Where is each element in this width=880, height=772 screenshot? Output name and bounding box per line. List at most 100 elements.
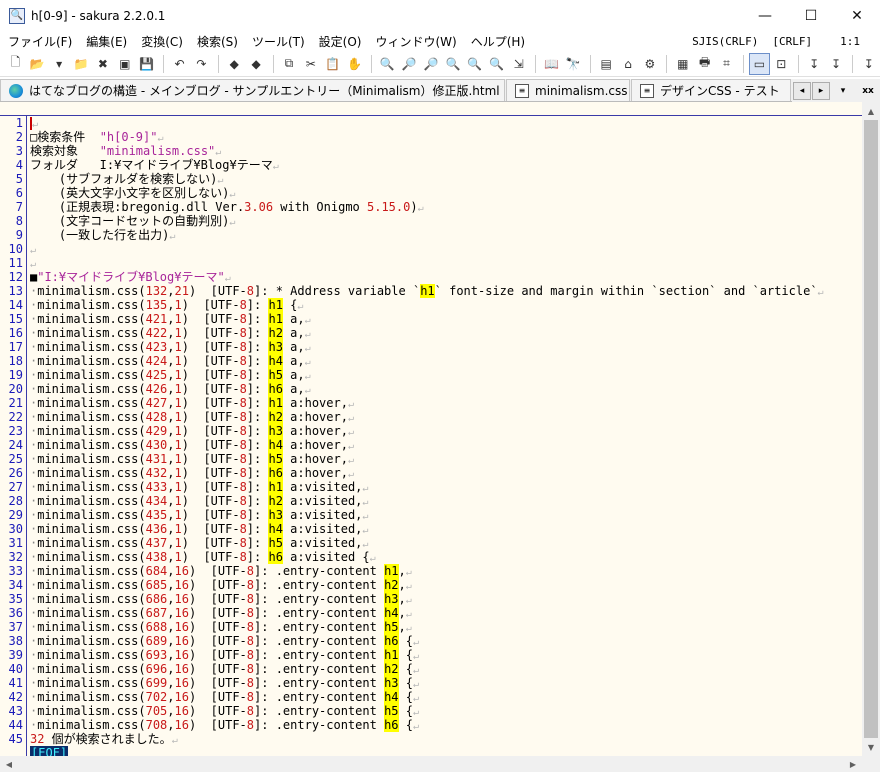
redo-icon[interactable]: ↷ — [191, 53, 212, 75]
menu-help[interactable]: ヘルプ(H) — [464, 33, 532, 50]
menu-search[interactable]: 検索(S) — [190, 33, 245, 50]
editor-line[interactable]: 9 (一致した行を出力)↵ — [0, 228, 862, 242]
open-recent-icon[interactable]: 📁 — [71, 53, 92, 75]
tab-design-css[interactable]: ≡ デザインCSS - テスト — [631, 79, 791, 101]
editor-line[interactable]: 1 ↵ — [0, 116, 862, 130]
editor-line[interactable]: 36 ·minimalism.css(687,16) [UTF-8]: .entr… — [0, 606, 862, 620]
editor-line[interactable]: 37 ·minimalism.css(688,16) [UTF-8]: .entr… — [0, 620, 862, 634]
horizontal-scrollbar[interactable]: ◀ ▶ — [0, 756, 862, 772]
editor-line[interactable]: 4 フォルダ I:¥マイドライブ¥Blog¥テーマ↵ — [0, 158, 862, 172]
editor-line[interactable]: 15 ·minimalism.css(421,1) [UTF-8]: h1 a,↵ — [0, 312, 862, 326]
scroll-right-arrow-icon[interactable]: ▶ — [844, 756, 862, 772]
tag-jump-19-icon[interactable]: ↧ — [804, 53, 825, 75]
tab-minimalism-css[interactable]: ≡ minimalism.css — [506, 79, 630, 101]
editor-line[interactable]: 7 (正規表現:bregonig.dll Ver.3.06 with Onigm… — [0, 200, 862, 214]
editor-line[interactable]: 31 ·minimalism.css(437,1) [UTF-8]: h5 a:v… — [0, 536, 862, 550]
outline-icon[interactable]: ⚙ — [639, 53, 660, 75]
file-tree-icon[interactable]: ⌗ — [716, 53, 737, 75]
menu-settings[interactable]: 設定(O) — [312, 33, 369, 50]
tab-list-button[interactable]: ▾ — [831, 82, 855, 100]
editor-line[interactable]: 26 ·minimalism.css(432,1) [UTF-8]: h6 a:h… — [0, 466, 862, 480]
editor-line[interactable]: 16 ·minimalism.css(422,1) [UTF-8]: h2 a,↵ — [0, 326, 862, 340]
editor-line[interactable]: 44 ·minimalism.css(708,16) [UTF-8]: .entr… — [0, 718, 862, 732]
tab-window-icon[interactable]: ⊡ — [771, 53, 792, 75]
editor-line[interactable]: 38 ·minimalism.css(689,16) [UTF-8]: .entr… — [0, 634, 862, 648]
forward-icon[interactable]: ◆ — [246, 53, 267, 75]
editor-line[interactable]: 18 ·minimalism.css(424,1) [UTF-8]: h4 a,↵ — [0, 354, 862, 368]
search-icon[interactable]: 🔍 — [377, 53, 398, 75]
text-editor[interactable]: 1 ↵ 2 □検索条件 "h[0-9]"↵ 3 検索対象 "minimalism.css"… — [0, 116, 862, 756]
editor-line[interactable]: 22 ·minimalism.css(428,1) [UTF-8]: h2 a:h… — [0, 410, 862, 424]
vertical-scrollbar[interactable]: ▲ ▼ — [862, 102, 880, 756]
editor-line[interactable]: 14 ·minimalism.css(135,1) [UTF-8]: h1 {↵ — [0, 298, 862, 312]
editor-line[interactable]: 40 ·minimalism.css(696,16) [UTF-8]: .entr… — [0, 662, 862, 676]
minimize-button[interactable]: — — [742, 0, 788, 31]
editor-line[interactable]: 17 ·minimalism.css(423,1) [UTF-8]: h3 a,↵ — [0, 340, 862, 354]
tab-html-document[interactable]: はてなブログの構造 - メインブログ - サンプルエントリー（Minimalis… — [0, 79, 505, 101]
save-icon[interactable]: 💾 — [136, 53, 157, 75]
editor-line[interactable]: 12 ■"I:¥マイドライブ¥Blog¥テーマ"↵ — [0, 270, 862, 284]
binoculars-icon[interactable]: 🔭 — [563, 53, 584, 75]
encoding-status[interactable]: SJIS(CRLF) — [692, 35, 758, 48]
window-list-icon[interactable]: ▤ — [596, 53, 617, 75]
editor-line[interactable]: 27 ·minimalism.css(433,1) [UTF-8]: h1 a:v… — [0, 480, 862, 494]
menu-edit[interactable]: 編集(E) — [79, 33, 134, 50]
save-all-icon[interactable]: ▣ — [114, 53, 135, 75]
editor-line[interactable]: 32 ·minimalism.css(438,1) [UTF-8]: h6 a:v… — [0, 550, 862, 564]
eol-status[interactable]: [CRLF] — [772, 35, 812, 48]
search-prev-icon[interactable]: 🔎 — [399, 53, 420, 75]
editor-line[interactable]: 30 ·minimalism.css(436,1) [UTF-8]: h4 a:v… — [0, 522, 862, 536]
editor-line[interactable]: 39 ·minimalism.css(693,16) [UTF-8]: .entr… — [0, 648, 862, 662]
editor-line[interactable]: 43 ·minimalism.css(705,16) [UTF-8]: .entr… — [0, 704, 862, 718]
close-button[interactable]: ✕ — [834, 0, 880, 31]
bookmark-icon[interactable]: 📖 — [541, 53, 562, 75]
editor-line[interactable]: 13 ·minimalism.css(132,21) [UTF-8]: * Add… — [0, 284, 862, 298]
cut-icon[interactable]: ✂ — [300, 53, 321, 75]
editor-line[interactable]: 24 ·minimalism.css(430,1) [UTF-8]: h4 a:h… — [0, 438, 862, 452]
tab-close-button[interactable]: xx — [856, 82, 880, 100]
menu-file[interactable]: ファイル(F) — [0, 33, 79, 50]
editor-line[interactable]: 34 ·minimalism.css(685,16) [UTF-8]: .entr… — [0, 578, 862, 592]
replace-icon[interactable]: 🔍 — [443, 53, 464, 75]
dropdown-arrow-icon[interactable]: ▾ — [49, 53, 70, 75]
editor-line[interactable]: 19 ·minimalism.css(425,1) [UTF-8]: h5 a,↵ — [0, 368, 862, 382]
editor-line[interactable]: 33 ·minimalism.css(684,16) [UTF-8]: .entr… — [0, 564, 862, 578]
editor-line[interactable]: 20 ·minimalism.css(426,1) [UTF-8]: h6 a,↵ — [0, 382, 862, 396]
editor-line[interactable]: 2 □検索条件 "h[0-9]"↵ — [0, 130, 862, 144]
editor-line[interactable]: 23 ·minimalism.css(429,1) [UTF-8]: h3 a:h… — [0, 424, 862, 438]
copy-icon[interactable]: ⧉ — [278, 53, 299, 75]
menu-tools[interactable]: ツール(T) — [245, 33, 312, 50]
editor-line[interactable]: 6 (英大文字小文字を区別しない)↵ — [0, 186, 862, 200]
editor-line[interactable]: 29 ·minimalism.css(435,1) [UTF-8]: h3 a:v… — [0, 508, 862, 522]
scroll-down-arrow-icon[interactable]: ▼ — [862, 738, 880, 756]
close-file-icon[interactable]: ✖ — [93, 53, 114, 75]
jump-icon[interactable]: ⇲ — [508, 53, 529, 75]
menu-convert[interactable]: 変換(C) — [134, 33, 190, 50]
editor-line[interactable]: 45 32 個が検索されました。↵ — [0, 732, 862, 746]
grep-replace-icon[interactable]: 🔍 — [486, 53, 507, 75]
editor-line[interactable]: 8 (文字コードセットの自動判別)↵ — [0, 214, 862, 228]
open-folder-icon[interactable]: 📂 — [27, 53, 48, 75]
editor-line[interactable]: 21 ·minimalism.css(427,1) [UTF-8]: h1 a:h… — [0, 396, 862, 410]
tag-jump-11-icon[interactable]: ↧ — [858, 53, 879, 75]
split-window-icon[interactable]: ▭ — [748, 52, 770, 75]
grab-icon[interactable]: ✋ — [344, 53, 365, 75]
scroll-up-arrow-icon[interactable]: ▲ — [862, 102, 880, 120]
grep-icon[interactable]: 🔍 — [464, 53, 485, 75]
editor-line[interactable]: 5 (サブフォルダを検索しない)↵ — [0, 172, 862, 186]
tag-jump-9-icon[interactable]: ↧ — [826, 53, 847, 75]
sakura-app-icon[interactable]: 🔍 — [9, 7, 25, 24]
editor-line[interactable]: 11 ↵ — [0, 256, 862, 270]
editor-line[interactable]: 28 ·minimalism.css(434,1) [UTF-8]: h2 a:v… — [0, 494, 862, 508]
back-icon[interactable]: ◆ — [224, 53, 245, 75]
tab-scroll-right-button[interactable]: ▸ — [812, 81, 830, 100]
search-next-icon[interactable]: 🔎 — [421, 53, 442, 75]
undo-icon[interactable]: ↶ — [169, 53, 190, 75]
print-icon[interactable]: 🖶 — [694, 53, 715, 75]
new-file-icon[interactable]: 🗋 — [5, 53, 26, 75]
editor-line[interactable]: 42 ·minimalism.css(702,16) [UTF-8]: .entr… — [0, 690, 862, 704]
menu-window[interactable]: ウィンドウ(W) — [368, 33, 463, 50]
paste-icon[interactable]: 📋 — [322, 53, 343, 75]
editor-line[interactable]: 41 ·minimalism.css(699,16) [UTF-8]: .entr… — [0, 676, 862, 690]
editor-line[interactable]: 35 ·minimalism.css(686,16) [UTF-8]: .entr… — [0, 592, 862, 606]
